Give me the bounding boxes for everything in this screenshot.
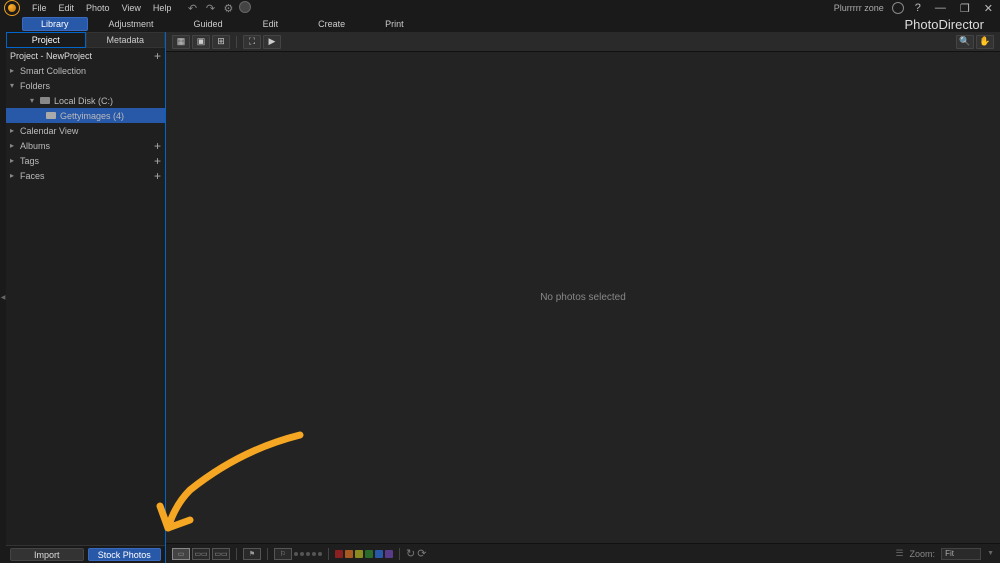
module-print[interactable]: Print: [366, 17, 423, 31]
maximize-button[interactable]: ❐: [957, 2, 973, 15]
menu-edit[interactable]: Edit: [53, 3, 81, 13]
panel-tab-metadata[interactable]: Metadata: [86, 32, 166, 48]
chevron-right-icon: ▸: [10, 171, 20, 180]
add-project-icon[interactable]: +: [154, 49, 161, 63]
color-label-purple[interactable]: [385, 550, 393, 558]
tree-label: Faces: [20, 171, 45, 181]
user-badge-icon[interactable]: [239, 1, 251, 13]
color-label-blue[interactable]: [375, 550, 383, 558]
module-guided[interactable]: Guided: [175, 17, 242, 31]
search-icon[interactable]: 🔍: [956, 35, 974, 49]
module-adjustment[interactable]: Adjustment: [90, 17, 173, 31]
chevron-right-icon: ▸: [10, 156, 20, 165]
fullscreen-icon[interactable]: ⛶: [243, 35, 261, 49]
rotate-right-icon[interactable]: ↻: [406, 547, 415, 560]
viewer-empty-label: No photos selected: [540, 292, 626, 303]
help-button[interactable]: ?: [912, 2, 924, 14]
module-library[interactable]: Library: [22, 17, 88, 31]
tree-local-disk[interactable]: ▾ Local Disk (C:): [6, 93, 165, 108]
add-tag-icon[interactable]: +: [154, 154, 161, 168]
zoom-dropdown[interactable]: Fit: [941, 548, 981, 560]
tree-albums[interactable]: ▸ Albums +: [6, 138, 165, 153]
chevron-down-icon: ▾: [30, 96, 40, 105]
project-header-label: Project - NewProject: [10, 51, 92, 61]
tree-faces[interactable]: ▸ Faces +: [6, 168, 165, 183]
view-mode-grid-icon[interactable]: ⊞: [212, 35, 230, 49]
close-button[interactable]: ✕: [981, 2, 996, 15]
slideshow-icon[interactable]: ▶: [263, 35, 281, 49]
undo-icon[interactable]: ↶: [185, 1, 199, 15]
chevron-down-icon[interactable]: ▼: [987, 550, 994, 557]
menu-photo[interactable]: Photo: [80, 3, 116, 13]
gear-icon[interactable]: ⚙: [221, 1, 235, 15]
rating-dot[interactable]: [306, 552, 310, 556]
thumb-size-3-icon[interactable]: ▭▭: [212, 548, 230, 560]
tree-label: Folders: [20, 81, 50, 91]
view-mode-2-icon[interactable]: ▣: [192, 35, 210, 49]
menu-file[interactable]: File: [26, 3, 53, 13]
color-label-orange[interactable]: [345, 550, 353, 558]
app-logo[interactable]: [4, 0, 20, 16]
add-album-icon[interactable]: +: [154, 139, 161, 153]
tree-tags[interactable]: ▸ Tags +: [6, 153, 165, 168]
brand-label: PhotoDirector: [905, 17, 984, 32]
tree-label: Calendar View: [20, 126, 78, 136]
tree-label: Gettyimages (4): [60, 111, 124, 121]
tree-label: Local Disk (C:): [54, 96, 113, 106]
color-label-red[interactable]: [335, 550, 343, 558]
tree-calendar-view[interactable]: ▸ Calendar View: [6, 123, 165, 138]
rating-dot[interactable]: [294, 552, 298, 556]
chevron-right-icon: ▸: [10, 66, 20, 75]
tree-label: Albums: [20, 141, 50, 151]
add-face-icon[interactable]: +: [154, 169, 161, 183]
color-label-green[interactable]: [365, 550, 373, 558]
zoom-label: Zoom:: [910, 549, 936, 559]
chevron-right-icon: ▸: [10, 126, 20, 135]
minimize-button[interactable]: —: [932, 2, 949, 14]
menu-view[interactable]: View: [116, 3, 147, 13]
tree-label: Smart Collection: [20, 66, 86, 76]
tree-smart-collection[interactable]: ▸ Smart Collection: [6, 63, 165, 78]
menu-help[interactable]: Help: [147, 3, 178, 13]
redo-icon[interactable]: ↷: [203, 1, 217, 15]
folder-icon: [46, 112, 56, 119]
module-edit[interactable]: Edit: [244, 17, 298, 31]
chevron-down-icon: ▾: [10, 81, 20, 90]
hand-icon[interactable]: ✋: [976, 35, 994, 49]
user-avatar-icon[interactable]: [892, 2, 904, 14]
import-button[interactable]: Import: [10, 548, 84, 561]
view-toggle-icon[interactable]: ☰: [895, 548, 903, 559]
rotate-left-icon[interactable]: ⟳: [417, 547, 426, 560]
chevron-right-icon: ▸: [10, 141, 20, 150]
rating-dot[interactable]: [312, 552, 316, 556]
view-mode-1-icon[interactable]: ▦: [172, 35, 190, 49]
photo-viewer: No photos selected: [166, 52, 1000, 543]
thumb-size-1-icon[interactable]: ▭: [172, 548, 190, 560]
panel-tab-project[interactable]: Project: [6, 32, 86, 48]
rating-dot[interactable]: [318, 552, 322, 556]
user-name: Plurrrrr zone: [834, 3, 884, 13]
disk-icon: [40, 97, 50, 104]
filter-flag-icon[interactable]: ⚑: [243, 548, 261, 560]
tree-subfolder[interactable]: Gettyimages (4): [6, 108, 165, 123]
flag-pick-icon[interactable]: ⚐: [274, 548, 292, 560]
tree-folders[interactable]: ▾ Folders: [6, 78, 165, 93]
thumb-size-2-icon[interactable]: ▭▭: [192, 548, 210, 560]
module-create[interactable]: Create: [299, 17, 364, 31]
color-label-yellow[interactable]: [355, 550, 363, 558]
stock-photos-button[interactable]: Stock Photos: [88, 548, 162, 561]
tree-label: Tags: [20, 156, 39, 166]
rating-dot[interactable]: [300, 552, 304, 556]
project-header[interactable]: Project - NewProject +: [6, 48, 165, 63]
